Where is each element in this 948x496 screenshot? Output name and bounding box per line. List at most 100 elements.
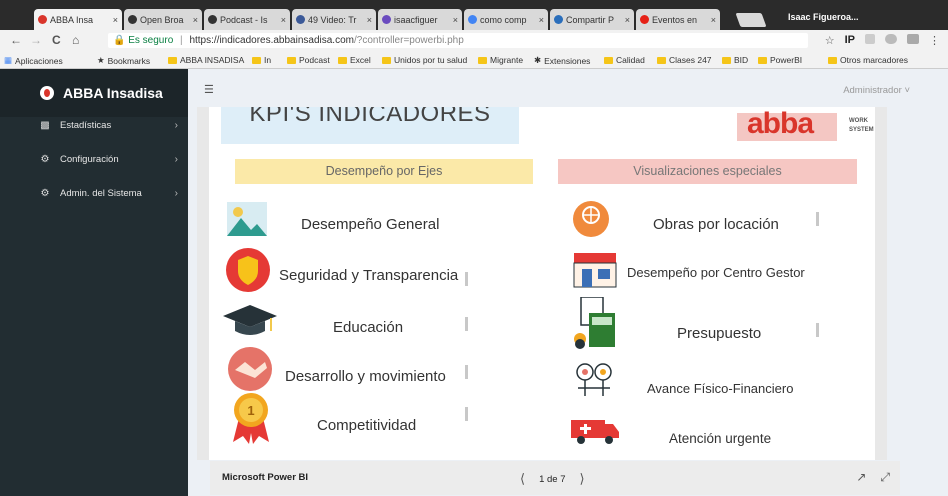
kpi-link-centro-gestor[interactable]: Desempeño por Centro Gestor xyxy=(627,265,805,280)
browser-tab[interactable]: isaacfiguer × xyxy=(378,9,462,30)
kpi-link-seguridad[interactable]: Seguridad y Transparencia xyxy=(279,267,458,284)
extension-icon[interactable] xyxy=(885,34,897,44)
forward-button[interactable]: → xyxy=(30,33,42,47)
gear-icon: ⚙ xyxy=(40,153,50,165)
folder-icon xyxy=(758,56,767,64)
close-tab-icon[interactable]: × xyxy=(193,15,198,25)
bookmark-other[interactable]: Otros marcadores xyxy=(828,55,908,65)
bookmark-label: Podcast xyxy=(299,55,330,65)
browser-tab[interactable]: como comp × xyxy=(464,9,548,30)
browser-tab[interactable]: Eventos en × xyxy=(636,9,720,30)
menu-icon[interactable]: ⋮ xyxy=(929,34,940,47)
kpi-link-presupuesto[interactable]: Presupuesto xyxy=(677,325,761,342)
gears-icon: ⚙ xyxy=(40,187,50,199)
powerbi-report[interactable]: KPI'S INDICADORES abba WORK SYSTEM Desemp… xyxy=(197,107,887,460)
bookmark-item[interactable]: ABBA INSADISA xyxy=(168,55,244,65)
bookmark-item[interactable]: Unidos por tu salud xyxy=(382,55,467,65)
folder-icon xyxy=(382,56,391,64)
bookmark-label: Extensiones xyxy=(544,55,591,66)
ip-extension-icon[interactable]: IP xyxy=(845,34,855,47)
globe-pin-icon xyxy=(573,201,609,237)
kpi-link-educacion[interactable]: Educación xyxy=(333,319,403,336)
logo-tagline: WORK SYSTEM xyxy=(849,117,874,135)
bookmark-item[interactable]: Migrante xyxy=(478,55,523,65)
bookmark-item[interactable]: BID xyxy=(722,55,748,65)
kpi-link-competitividad[interactable]: Competitividad xyxy=(317,417,416,434)
visual-marker xyxy=(465,407,468,421)
sidebar-item-label: Estadísticas xyxy=(60,119,112,131)
fullscreen-icon[interactable]: ⤢ xyxy=(880,470,890,485)
bookmark-item[interactable]: PowerBI xyxy=(758,55,802,65)
user-menu[interactable]: Administrador ˅ xyxy=(843,85,910,96)
section-header-ejes: Desempeño por Ejes xyxy=(235,159,533,184)
bookmark-apps[interactable]: ▦ Aplicaciones xyxy=(4,55,63,66)
section-header-especiales: Visualizaciones especiales xyxy=(558,159,857,184)
bookmark-item[interactable]: Clases 247 xyxy=(657,55,712,65)
url-input[interactable]: 🔒 Es seguro | https://indicadores.abbain… xyxy=(108,33,808,48)
previous-page-button[interactable]: ⟨ xyxy=(520,471,525,487)
close-tab-icon[interactable]: × xyxy=(453,15,458,25)
browser-tab[interactable]: Compartir P × xyxy=(550,9,634,30)
tab-title: 49 Video: Tr xyxy=(308,14,357,25)
browser-tab[interactable]: 49 Video: Tr × xyxy=(292,9,376,30)
close-tab-icon[interactable]: × xyxy=(113,15,118,25)
reload-button[interactable]: C xyxy=(52,33,61,47)
report-title-text: KPI'S INDICADORES xyxy=(249,107,491,127)
back-button[interactable]: ← xyxy=(10,33,22,47)
bookmark-label: PowerBI xyxy=(770,55,803,65)
brand[interactable]: ABBA Insadisa xyxy=(0,69,188,117)
browser-tab[interactable]: ABBA Insa × xyxy=(34,9,122,30)
brand-name: ABBA Insadisa xyxy=(63,85,163,101)
bookmark-item[interactable]: In xyxy=(252,55,271,65)
folder-icon xyxy=(287,56,296,64)
bookmark-item[interactable]: Podcast xyxy=(287,55,330,65)
close-tab-icon[interactable]: × xyxy=(711,15,716,25)
top-navbar: ☰ Administrador ˅ xyxy=(188,69,948,107)
extension-icon[interactable] xyxy=(865,34,875,44)
report-title: KPI'S INDICADORES xyxy=(221,107,519,144)
logo-tagline-line: WORK xyxy=(849,118,868,124)
close-tab-icon[interactable]: × xyxy=(367,15,372,25)
sidebar-item-configuracion[interactable]: ⚙ Configuración › xyxy=(0,146,188,172)
page-indicator: 1 de 7 xyxy=(539,473,566,485)
bookmark-item[interactable]: ✱ Extensiones xyxy=(534,55,590,66)
profile-name[interactable]: Isaac Figueroa... xyxy=(788,12,859,22)
close-tab-icon[interactable]: × xyxy=(281,15,286,25)
bookmark-item[interactable]: ★ Bookmarks xyxy=(97,55,150,66)
sidebar-item-estadisticas[interactable]: ▩ Estadísticas › xyxy=(0,112,188,138)
browser-toolbar: ☆ IP ⋮ xyxy=(825,34,940,47)
kpi-link-desempeno-general[interactable]: Desempeño General xyxy=(301,216,439,233)
sidebar-item-admin-sistema[interactable]: ⚙ Admin. del Sistema › xyxy=(0,180,188,206)
close-tab-icon[interactable]: × xyxy=(625,15,630,25)
new-tab-button[interactable] xyxy=(735,13,767,27)
kpi-link-desarrollo[interactable]: Desarrollo y movimiento xyxy=(285,368,446,385)
abba-logo: abba WORK SYSTEM xyxy=(737,107,874,143)
tab-title: Open Broa xyxy=(140,14,184,25)
home-button[interactable]: ⌂ xyxy=(72,33,79,47)
share-icon[interactable]: ↗ xyxy=(856,470,866,485)
logo-wordmark: abba xyxy=(747,107,814,140)
browser-tab[interactable]: Open Broa × xyxy=(124,9,202,30)
bookmark-label: Calidad xyxy=(616,55,645,65)
visual-marker xyxy=(816,323,819,337)
tab-title: como comp xyxy=(480,14,527,25)
bookmark-item[interactable]: Excel xyxy=(338,55,371,65)
kpi-link-avance[interactable]: Avance Físico-Financiero xyxy=(647,381,793,396)
browser-tab[interactable]: Podcast - Is × xyxy=(204,9,290,30)
bookmark-star-icon[interactable]: ☆ xyxy=(825,34,835,47)
visual-marker xyxy=(465,272,468,286)
kpi-link-atencion-urgente[interactable]: Atención urgente xyxy=(669,431,771,446)
folder-icon xyxy=(604,56,613,64)
chevron-right-icon: › xyxy=(174,153,178,165)
extension-icon[interactable] xyxy=(907,34,919,44)
bookmark-label: Unidos por tu salud xyxy=(394,55,468,65)
next-page-button[interactable]: ⟩ xyxy=(580,471,585,487)
bookmark-item[interactable]: Calidad xyxy=(604,55,645,65)
kpi-link-obras-locacion[interactable]: Obras por locación xyxy=(653,216,779,233)
sidebar-toggle-icon[interactable]: ☰ xyxy=(204,83,214,96)
powerbi-brand[interactable]: Microsoft Power BI xyxy=(222,472,308,483)
sidebar-item-label: Configuración xyxy=(60,153,119,165)
page-navigator: ⟨ 1 de 7 ⟩ xyxy=(520,471,585,487)
bookmark-label: Otros marcadores xyxy=(840,55,909,65)
close-tab-icon[interactable]: × xyxy=(539,15,544,25)
